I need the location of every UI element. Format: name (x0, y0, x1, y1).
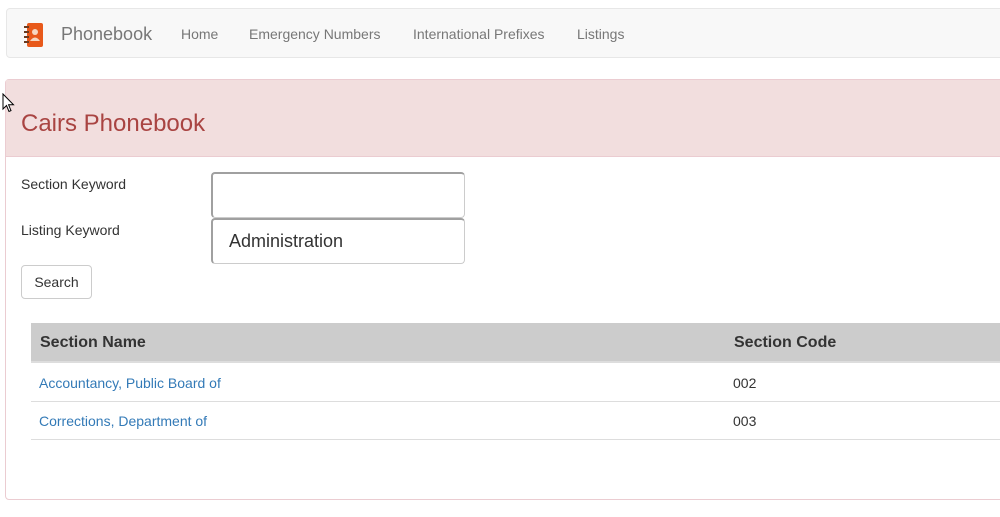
mouse-cursor-icon (2, 92, 15, 113)
page-title: Cairs Phonebook (21, 110, 206, 137)
nav-listings[interactable]: Listings (577, 26, 624, 42)
brand-link[interactable]: Phonebook (61, 23, 152, 45)
navbar: Phonebook Home Emergency Numbers Interna… (6, 8, 1000, 58)
table-header: Section Name Section Code (31, 323, 1000, 363)
column-header-section-code: Section Code (734, 334, 837, 351)
nav-international-prefixes[interactable]: International Prefixes (413, 26, 545, 42)
section-code: 003 (733, 413, 757, 429)
section-name-link[interactable]: Accountancy, Public Board of (39, 375, 221, 391)
table-row: Accountancy, Public Board of 002 (31, 364, 1000, 402)
search-button[interactable]: Search (21, 265, 92, 299)
table-row: Corrections, Department of 003 (31, 402, 1000, 440)
nav-emergency-numbers[interactable]: Emergency Numbers (249, 26, 381, 42)
address-book-icon[interactable] (24, 23, 44, 47)
section-name-link[interactable]: Corrections, Department of (39, 413, 207, 429)
section-code: 002 (733, 375, 757, 391)
panel-heading: Cairs Phonebook (6, 80, 1000, 157)
section-keyword-label: Section Keyword (21, 176, 127, 192)
phonebook-panel: Cairs Phonebook Section Keyword Listing … (5, 79, 1000, 500)
column-header-section-name: Section Name (40, 334, 146, 351)
listing-keyword-label: Listing Keyword (21, 222, 120, 238)
nav-home[interactable]: Home (181, 26, 218, 42)
section-keyword-input[interactable] (211, 172, 465, 218)
listing-keyword-input[interactable] (211, 218, 465, 264)
